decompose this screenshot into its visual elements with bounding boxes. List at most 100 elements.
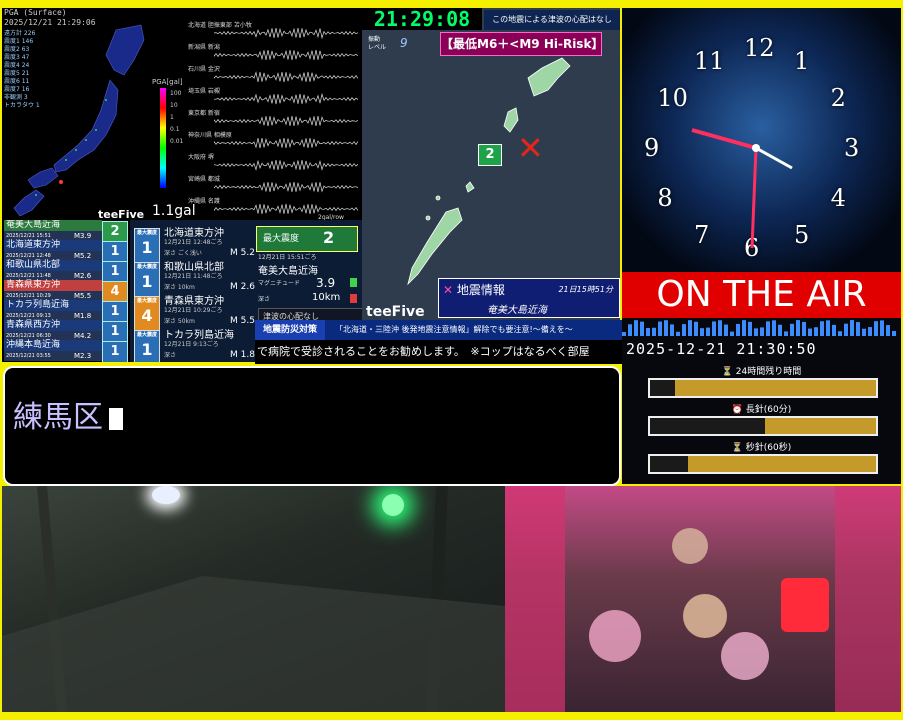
equalizer-bar (874, 321, 878, 336)
equalizer-bar (790, 323, 794, 336)
equalizer-bar (802, 321, 806, 336)
detail-datetime: 12月21日 10:29ごろ (164, 307, 223, 314)
ticker-headline: 「北海道・三陸沖 後発地震注意情報」解除でも要注意!～備えを～ (335, 325, 573, 334)
quake-list-item[interactable]: 青森県西方沖 2025/12/21 06:30 M4.2 1 (2, 320, 130, 343)
waveform-row: 新潟県 新潟 (184, 42, 360, 64)
equalizer-bar (748, 321, 752, 336)
waveform-trace (214, 137, 358, 149)
equalizer-bar (628, 324, 632, 336)
equalizer-bar (634, 320, 638, 336)
intensity-badge-label: 最大震度 (136, 264, 157, 270)
waveform-row: 神奈川県 相模原 (184, 130, 360, 152)
quake-list-item[interactable]: 奄美大島近海 2025/12/21 15:51 M3.9 2 (2, 220, 130, 243)
intensity-badge: 最大震度 1 (134, 330, 160, 362)
equalizer-bar (760, 327, 764, 336)
waveform-row: 東京都 新宿 (184, 108, 360, 130)
intensity-badge-label: 最大震度 (136, 230, 157, 236)
equalizer-bar (754, 328, 758, 336)
equalizer-bar (712, 321, 716, 336)
waveform-trace (214, 159, 358, 171)
on-air-label: ON THE AIR (656, 274, 867, 315)
waveform-row: 埼玉県 岩槻 (184, 86, 360, 108)
location-text: 練馬区 (13, 392, 123, 436)
day-remaining-fill (650, 380, 675, 396)
scroll-ticker: で病院で受診されることをお勧めします。 ※コップはなるべく部屋 (255, 340, 622, 364)
quake-area-name: 青森県東方沖 (4, 280, 102, 291)
equalizer-bar (742, 320, 746, 336)
quake-list: 奄美大島近海 2025/12/21 15:51 M3.9 2 北海道東方沖 2025/12… (2, 220, 130, 362)
quake-magnitude: M2.3 (74, 352, 92, 360)
equalizer-bar (670, 324, 674, 336)
japan-map (13, 24, 145, 217)
detail-datetime: 12月21日 11:48ごろ (164, 273, 223, 280)
analog-clock-panel: 12 1 2 3 4 5 6 7 8 9 10 11 (622, 8, 901, 272)
equalizer-bar (736, 323, 740, 336)
quake-info-area: 奄美大島近海 (487, 305, 547, 316)
equalizer-bar (814, 327, 818, 336)
quake-area-name: 北海道東方沖 (4, 240, 102, 251)
magnitude-indicator (350, 278, 357, 287)
quake-list-item[interactable]: 沖縄本島近海 2025/12/21 03:55 M2.3 1 (2, 340, 130, 362)
location-name: 練馬区 (13, 400, 103, 435)
equalizer-bar (724, 324, 728, 336)
equalizer-bar (826, 320, 830, 336)
equalizer-bar (868, 327, 872, 336)
audio-equalizer (622, 320, 896, 336)
waveform-panel: 北海道 胆振東部 苫小牧 新潟県 新潟 石川県 金沢 埼玉県 岩槻 東京都 新宿 神奈川県… (184, 20, 360, 220)
detail-depth: 深さ (164, 352, 177, 359)
clock-hands (691, 128, 793, 249)
equalizer-bar (844, 323, 848, 336)
pga-tick: 0.01 (170, 138, 184, 145)
ticker-tag: 地震防災対策 (255, 320, 325, 340)
waveform-row: 大阪府 堺 (184, 152, 360, 174)
quake-list-item[interactable]: 青森県東方沖 2025/12/21 10:29 M5.5 4 (2, 280, 130, 303)
quake-area-name: 和歌山県北部 (4, 260, 102, 271)
depth-indicator (350, 294, 357, 303)
quake-list-item[interactable]: トカラ列島近海 2025/12/21 09:13 M1.8 1 (2, 300, 130, 323)
quake-list-item[interactable]: 和歌山県北部 2025/12/21 11:48 M2.6 1 (2, 260, 130, 283)
equalizer-bar (688, 320, 692, 336)
minute-hand-label: ⏰ 長針(60分) (731, 405, 792, 415)
waveform-row: 石川県 金沢 (184, 64, 360, 86)
current-datetime: 2025-12-21 21:30:50 (626, 340, 817, 358)
equalizer-bar (694, 321, 698, 336)
equalizer-bar (820, 321, 824, 336)
equalizer-bar (658, 321, 662, 336)
pga-map-panel: PGA (Surface) 2025/12/21 21:29:06 遠方計 22… (2, 8, 362, 220)
quake-area-name: トカラ列島近海 (4, 300, 102, 311)
detail-datetime: 12月21日 9:13ごろ (164, 341, 219, 348)
pga-tick: 1 (170, 114, 174, 121)
street-scene (2, 486, 505, 712)
equalizer-bar (832, 324, 836, 336)
equalizer-bar (676, 331, 680, 336)
day-remaining-bar (648, 378, 878, 398)
equalizer-bar (730, 331, 734, 336)
pga-scale-title: PGA[gal] (152, 78, 183, 86)
street-camera-feed (2, 486, 505, 712)
max-intensity-label: 最大震度 (263, 234, 300, 244)
equalizer-bar (766, 321, 770, 336)
brand-logo: teeFive (98, 208, 145, 220)
quake-info-title-text: 地震情報 (456, 283, 505, 297)
waveform-trace (214, 115, 358, 127)
equalizer-bar (886, 325, 890, 336)
detail-magnitude: M 1.8 (230, 350, 255, 360)
quake-detail-item[interactable]: 最大震度 1 トカラ列島近海 12月21日 9:13ごろ 深さ M 1.8 (130, 322, 260, 362)
equalizer-bar (838, 331, 842, 336)
ryukyu-islands-map (407, 57, 571, 286)
waveform-trace (214, 181, 358, 193)
quake-intensity-badge: 1 (102, 341, 128, 362)
equalizer-bar (718, 320, 722, 336)
intensity-badge-label: 最大震度 (136, 332, 157, 338)
equalizer-bar (706, 327, 710, 336)
tsunami-message: この地震による津波の心配はなし (484, 10, 620, 30)
second-hand-fill (650, 456, 689, 472)
quake-list-item[interactable]: 北海道東方沖 2025/12/21 12:48 M5.2 1 (2, 240, 130, 263)
pga-tick: 0.1 (170, 126, 180, 133)
equalizer-bar (646, 327, 650, 336)
equalizer-bar (856, 322, 860, 336)
quake-info-box: ✕ 地震情報 21日15時51分 奄美大島近海 (438, 278, 620, 318)
magnitude-label: マグニチュード (258, 280, 301, 287)
pga-header-title: PGA (Surface) (4, 8, 67, 17)
minute-hand-fill (650, 418, 766, 434)
